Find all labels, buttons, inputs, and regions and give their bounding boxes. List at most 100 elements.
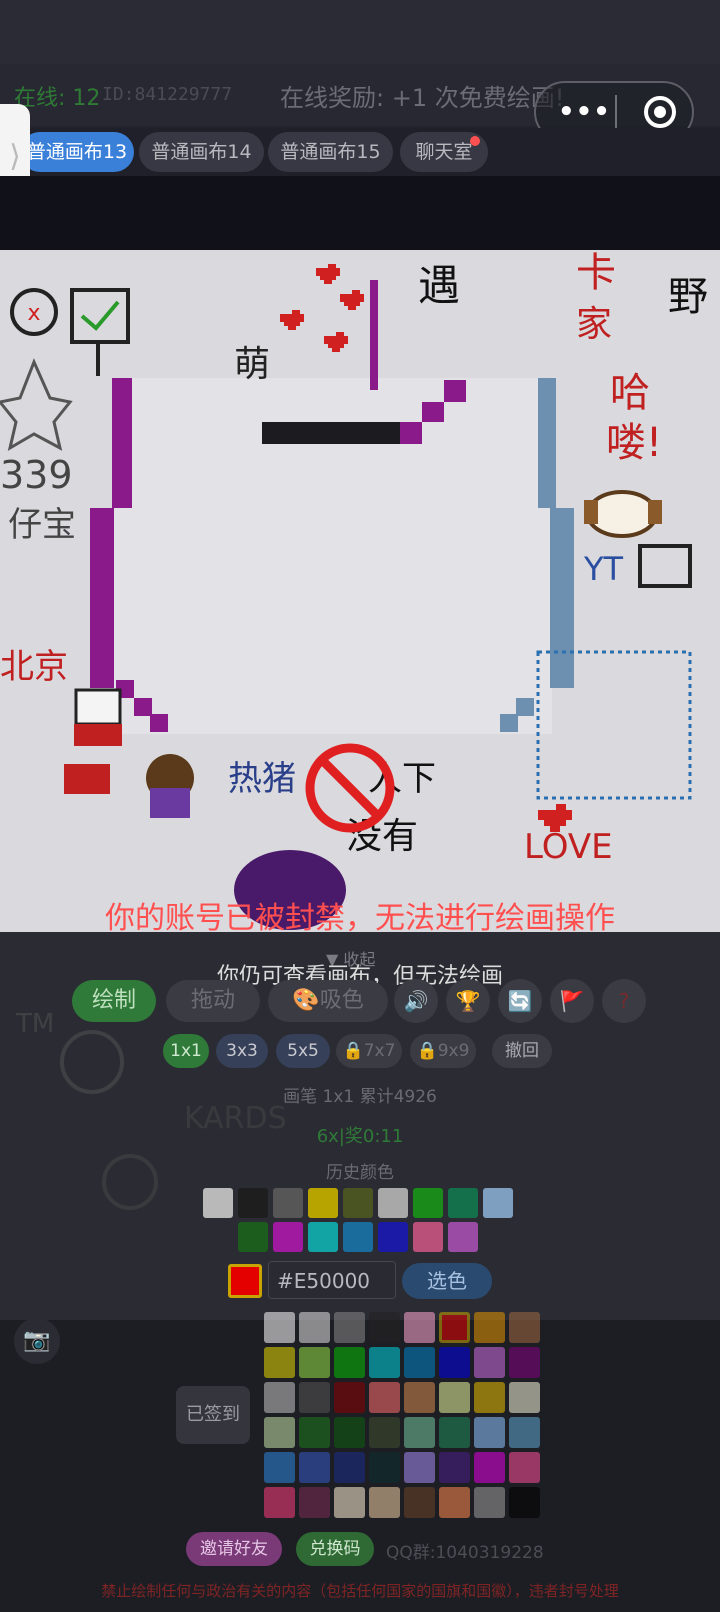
history-color-swatch[interactable]: [273, 1222, 303, 1252]
canvas-text: 热: [228, 759, 262, 799]
palette-color-swatch[interactable]: [264, 1312, 295, 1343]
palette-color-swatch[interactable]: [474, 1312, 505, 1343]
ban-message: 你的账号已被封禁，无法进行绘画操作: [105, 901, 615, 936]
flag-icon[interactable]: 🚩: [550, 979, 594, 1023]
brush-9x9-locked[interactable]: 🔒9x9: [410, 1034, 476, 1068]
svg-text:x: x: [27, 301, 40, 326]
palette-color-swatch[interactable]: [474, 1417, 505, 1448]
color-hex-input[interactable]: #E50000: [268, 1261, 396, 1299]
palette-color-swatch[interactable]: [474, 1487, 505, 1518]
palette-color-swatch[interactable]: [439, 1452, 470, 1483]
palette-color-swatch[interactable]: [264, 1347, 295, 1378]
canvas-text: 339: [0, 453, 73, 497]
palette-color-swatch[interactable]: [404, 1417, 435, 1448]
draw-mode-button[interactable]: 绘制: [72, 980, 156, 1022]
palette-color-swatch[interactable]: [369, 1347, 400, 1378]
history-color-swatch[interactable]: [483, 1188, 513, 1218]
brush-5x5[interactable]: 5x5: [276, 1034, 330, 1068]
history-color-swatch[interactable]: [273, 1188, 303, 1218]
history-color-swatch[interactable]: [308, 1188, 338, 1218]
palette-color-swatch[interactable]: [264, 1487, 295, 1518]
palette-color-swatch[interactable]: [404, 1312, 435, 1343]
brush-7x7-locked[interactable]: 🔒7x7: [336, 1034, 402, 1068]
palette-color-swatch[interactable]: [474, 1382, 505, 1413]
history-color-swatch[interactable]: [343, 1222, 373, 1252]
palette-color-swatch[interactable]: [299, 1312, 330, 1343]
palette-color-swatch[interactable]: [404, 1487, 435, 1518]
palette-color-swatch[interactable]: [334, 1487, 365, 1518]
canvas-text: 没有: [346, 816, 418, 857]
palette-color-swatch[interactable]: [334, 1417, 365, 1448]
camera-icon[interactable]: 📷: [14, 1318, 60, 1364]
palette-color-swatch[interactable]: [264, 1417, 295, 1448]
tab-chatroom[interactable]: 聊天室: [400, 132, 488, 172]
palette-color-swatch[interactable]: [509, 1487, 540, 1518]
palette-color-swatch[interactable]: [404, 1347, 435, 1378]
invite-friends-button[interactable]: 邀请好友: [186, 1532, 282, 1566]
tab-canvas-15[interactable]: 普通画布15: [268, 132, 393, 172]
qq-group: QQ群:1040319228: [386, 1543, 544, 1563]
history-color-swatch[interactable]: [413, 1222, 443, 1252]
color-picker-button[interactable]: 🎨吸色: [268, 980, 388, 1022]
canvas-text: 家: [576, 304, 612, 345]
canvas-text: YT: [583, 550, 624, 588]
palette-color-swatch[interactable]: [334, 1312, 365, 1343]
history-color-swatch[interactable]: [203, 1188, 233, 1218]
drag-mode-button[interactable]: 拖动: [166, 980, 260, 1022]
history-color-swatch[interactable]: [448, 1222, 478, 1252]
palette-color-swatch[interactable]: [334, 1452, 365, 1483]
brush-3x3[interactable]: 3x3: [216, 1034, 268, 1068]
palette-color-swatch[interactable]: [404, 1452, 435, 1483]
history-color-swatch[interactable]: [238, 1222, 268, 1252]
palette-color-swatch[interactable]: [334, 1382, 365, 1413]
palette-color-swatch[interactable]: [509, 1382, 540, 1413]
palette-color-swatch[interactable]: [299, 1347, 330, 1378]
palette-color-swatch[interactable]: [299, 1487, 330, 1518]
palette-color-swatch[interactable]: [369, 1417, 400, 1448]
palette-color-swatch[interactable]: [264, 1452, 295, 1483]
palette-color-swatch[interactable]: [299, 1382, 330, 1413]
palette-color-swatch[interactable]: [509, 1312, 540, 1343]
close-target-icon[interactable]: [644, 96, 676, 128]
redeem-code-button[interactable]: 兑换码: [296, 1532, 374, 1566]
history-color-swatch[interactable]: [308, 1222, 338, 1252]
history-color-swatch[interactable]: [378, 1222, 408, 1252]
palette-color-swatch[interactable]: [404, 1382, 435, 1413]
palette-color-swatch[interactable]: [439, 1487, 470, 1518]
palette-color-swatch[interactable]: [509, 1417, 540, 1448]
tab-canvas-13[interactable]: 普通画布13: [20, 132, 134, 172]
palette-color-swatch[interactable]: [369, 1452, 400, 1483]
palette-color-swatch[interactable]: [299, 1417, 330, 1448]
select-color-button[interactable]: 选色: [402, 1263, 492, 1299]
help-icon[interactable]: ?: [602, 979, 646, 1023]
refresh-icon[interactable]: 🔄: [498, 979, 542, 1023]
palette-color-swatch[interactable]: [439, 1382, 470, 1413]
palette-color-swatch[interactable]: [369, 1487, 400, 1518]
palette-color-swatch[interactable]: [439, 1347, 470, 1378]
palette-color-swatch[interactable]: [439, 1312, 470, 1343]
palette-color-swatch[interactable]: [369, 1382, 400, 1413]
pixel-canvas[interactable]: x 遇 哈 喽! 卡 家 野 萌 339 仔宝 北京 热 猪 人下 没有 LOV…: [0, 250, 720, 932]
palette-color-swatch[interactable]: [264, 1382, 295, 1413]
palette-color-swatch[interactable]: [439, 1417, 470, 1448]
history-color-swatch[interactable]: [378, 1188, 408, 1218]
history-color-swatch[interactable]: [448, 1188, 478, 1218]
speaker-icon[interactable]: 🔊: [394, 979, 438, 1023]
palette-color-swatch[interactable]: [509, 1452, 540, 1483]
brush-1x1[interactable]: 1x1: [163, 1034, 209, 1068]
palette-color-swatch[interactable]: [474, 1347, 505, 1378]
palette-color-swatch[interactable]: [509, 1347, 540, 1378]
palette-color-swatch[interactable]: [334, 1347, 365, 1378]
history-color-swatch[interactable]: [343, 1188, 373, 1218]
history-color-swatch[interactable]: [238, 1188, 268, 1218]
more-icon[interactable]: •••: [558, 97, 611, 127]
palette-color-swatch[interactable]: [474, 1452, 505, 1483]
palette-color-swatch[interactable]: [299, 1452, 330, 1483]
tab-canvas-14[interactable]: 普通画布14: [139, 132, 264, 172]
checked-in-button[interactable]: 已签到: [176, 1386, 250, 1444]
capsule-divider: [615, 95, 617, 131]
trophy-icon[interactable]: 🏆: [446, 979, 490, 1023]
undo-button[interactable]: 撤回: [492, 1034, 552, 1068]
history-color-swatch[interactable]: [413, 1188, 443, 1218]
palette-color-swatch[interactable]: [369, 1312, 400, 1343]
